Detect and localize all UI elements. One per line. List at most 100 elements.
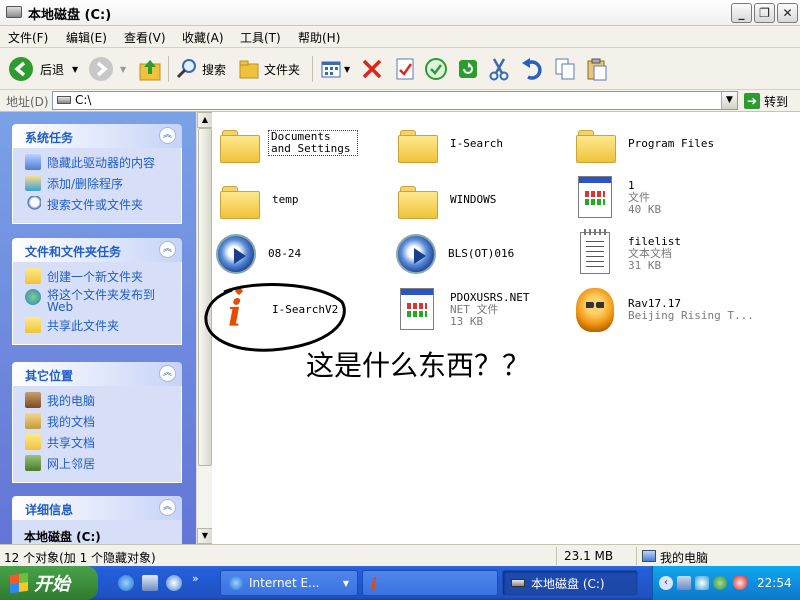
hide-icon (25, 154, 41, 170)
place-my-computer[interactable]: 我的电脑 (25, 392, 171, 409)
copy-button[interactable] (554, 54, 576, 84)
ie-quicklaunch-icon[interactable] (118, 575, 134, 591)
copy-icon (555, 58, 575, 80)
history-button[interactable] (424, 54, 448, 84)
menu-file[interactable]: 文件(F) (8, 29, 48, 46)
drive-icon (511, 579, 525, 587)
tray-expand-icon[interactable]: ‹ (659, 576, 673, 590)
scroll-down-icon[interactable]: ▼ (197, 528, 213, 544)
start-label: 开始 (34, 574, 70, 595)
address-bar: 地址(D) C:\ ▼ ➔ 转到 (0, 90, 800, 112)
collapse-icon[interactable]: ︽ (159, 365, 176, 382)
system-tasks-header[interactable]: 系统任务 ︽ (12, 124, 182, 148)
folders-button[interactable]: 文件夹 (238, 54, 300, 84)
views-icon (321, 61, 341, 78)
file-item-pdoxusrs-net[interactable]: PDOXUSRS.NET NET 文件 13 KB (394, 284, 564, 334)
file-item-filelist[interactable]: filelist 文本文档 31 KB (572, 228, 742, 278)
folder-up-icon (139, 60, 161, 81)
undo-button[interactable] (520, 54, 544, 84)
task-hide-drive[interactable]: 隐藏此驱动器的内容 (25, 154, 171, 171)
views-button[interactable]: ▼ (320, 54, 350, 84)
details-header[interactable]: 详细信息 ︽ (12, 496, 182, 520)
task-publish-web[interactable]: 将这个文件夹发布到 Web (25, 289, 171, 313)
window-title: 本地磁盘 (C:) (28, 8, 112, 23)
sync-tray-icon[interactable] (695, 576, 709, 590)
up-button[interactable] (138, 54, 162, 84)
desktop-quicklaunch-icon[interactable] (142, 575, 158, 591)
menu-edit[interactable]: 编辑(E) (66, 29, 107, 46)
file-item-1[interactable]: 1 文件 40 KB (572, 172, 742, 222)
file-item-windows[interactable]: WINDOWS (394, 176, 564, 226)
start-button[interactable]: 开始 (0, 566, 98, 600)
status-location: 我的电脑 (660, 551, 709, 565)
system-tray: ‹ 22:54 (652, 566, 800, 600)
go-button[interactable]: ➔ 转到 (744, 92, 788, 110)
close-button[interactable]: ✕ (777, 3, 798, 23)
collapse-icon[interactable]: ︽ (159, 127, 176, 144)
place-network[interactable]: 网上邻居 (25, 455, 171, 472)
place-shared-documents[interactable]: 共享文档 (25, 434, 171, 451)
status-object-count: 12 个对象(加 1 个隐藏对象) (4, 551, 156, 565)
panel-title: 文件和文件夹任务 (25, 245, 122, 259)
title-bar: 本地磁盘 (C:) _ ❐ ✕ (0, 0, 800, 26)
file-item-temp[interactable]: temp (216, 176, 386, 226)
file-item-documents-and-settings[interactable]: Documents and Settings (216, 120, 386, 170)
task-new-folder[interactable]: 创建一个新文件夹 (25, 268, 171, 285)
clock-check-icon (425, 58, 447, 80)
network-icon (25, 455, 41, 471)
other-places-header[interactable]: 其它位置 ︽ (12, 362, 182, 386)
chevron-down-icon: ▼ (344, 64, 351, 74)
collapse-icon[interactable]: ︽ (159, 499, 176, 516)
refresh-button[interactable] (456, 54, 480, 84)
menu-tools[interactable]: 工具(T) (240, 29, 281, 46)
generic-file-icon (398, 288, 440, 330)
chevron-down-icon: ▼ (72, 64, 79, 74)
task-pane: 系统任务 ︽ 隐藏此驱动器的内容 添加/删除程序 搜索文件或文件夹 文件和文件夹… (0, 112, 196, 544)
collapse-icon[interactable]: ︽ (159, 241, 176, 258)
address-input[interactable]: C:\ ▼ (52, 91, 738, 110)
cut-button[interactable] (488, 54, 510, 84)
i-search-logo-icon: i (371, 573, 378, 593)
toolbar: 后退 ▼ ▼ 搜索 文件夹 ▼ (0, 48, 800, 90)
forward-button[interactable]: ▼ (88, 54, 126, 84)
task-local-disk[interactable]: 本地磁盘 (C:) (502, 570, 638, 596)
task-add-remove[interactable]: 添加/删除程序 (25, 175, 171, 192)
file-item-bls-ot-016[interactable]: BLS(OT)016 (392, 228, 562, 278)
search-icon (25, 196, 41, 212)
menu-view[interactable]: 查看(V) (124, 29, 166, 46)
menu-help[interactable]: 帮助(H) (298, 29, 340, 46)
folders-label: 文件夹 (264, 62, 301, 77)
file-item-rav17[interactable]: Rav17.17 Beijing Rising T... (572, 284, 754, 334)
clock[interactable]: 22:54 (757, 576, 792, 590)
chevron-down-icon: ▼ (342, 578, 349, 588)
network-tray-icon[interactable] (677, 576, 691, 590)
maximize-button[interactable]: ❐ (754, 3, 775, 23)
minimize-button[interactable]: _ (731, 3, 752, 23)
file-item-program-files[interactable]: Program Files (572, 120, 742, 170)
menu-bar: 文件(F) 编辑(E) 查看(V) 收藏(A) 工具(T) 帮助(H) (0, 26, 800, 70)
search-icon (176, 59, 196, 79)
address-label: 地址(D) (6, 95, 49, 109)
properties-button[interactable] (394, 54, 416, 84)
messenger-quicklaunch-icon[interactable] (166, 575, 182, 591)
chevron-down-icon[interactable]: ▼ (721, 92, 737, 109)
task-internet-explorer[interactable]: Internet E... ▼ (220, 570, 358, 596)
task-search[interactable]: 搜索文件或文件夹 (25, 196, 171, 213)
task-i-search[interactable]: i (362, 570, 498, 596)
file-item-i-search[interactable]: I-Search (394, 120, 564, 170)
scroll-up-icon[interactable]: ▲ (197, 112, 213, 128)
computer-icon (642, 550, 656, 562)
search-button[interactable]: 搜索 (176, 54, 226, 84)
umbrella-tray-icon[interactable] (713, 576, 727, 590)
menu-favorites[interactable]: 收藏(A) (182, 29, 224, 46)
annotation-text: 这是什么东西？？ (306, 349, 531, 382)
quicklaunch-more-icon[interactable]: » (192, 572, 199, 585)
file-item-08-24[interactable]: 08-24 (212, 228, 382, 278)
security-shield-icon[interactable] (733, 576, 747, 590)
delete-button[interactable] (360, 54, 384, 84)
task-share-folder[interactable]: 共享此文件夹 (25, 317, 171, 334)
back-button[interactable]: 后退 ▼ (8, 54, 78, 84)
file-tasks-header[interactable]: 文件和文件夹任务 ︽ (12, 238, 182, 262)
paste-button[interactable] (586, 54, 608, 84)
place-my-documents[interactable]: 我的文档 (25, 413, 171, 430)
